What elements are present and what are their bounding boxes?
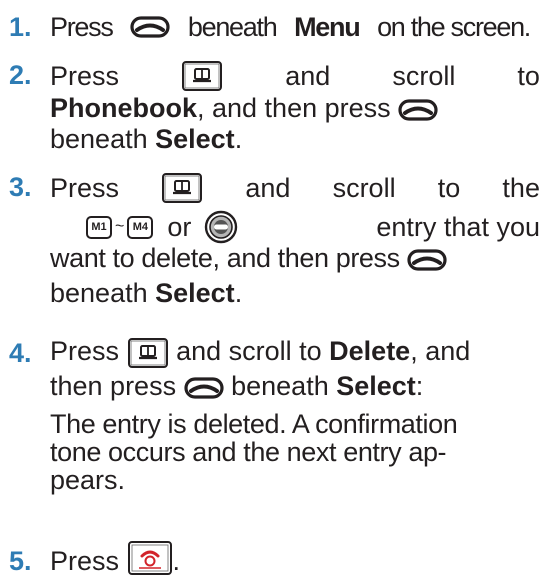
step-text: then press — [50, 371, 177, 401]
step-text: the — [502, 173, 540, 203]
instruction-page: 1. Press beneath Menu on the screen. 2. … — [0, 0, 549, 583]
step-number: 4. — [9, 338, 32, 368]
nav-key-icon — [181, 60, 223, 92]
delete-label: Delete — [329, 336, 411, 366]
step-text: Press — [50, 173, 120, 203]
select-label: Select — [336, 371, 416, 401]
phonebook-label: Phonebook — [50, 93, 197, 123]
step-text: . — [172, 546, 181, 576]
nav-key-icon — [127, 337, 169, 369]
step-text: : — [415, 371, 424, 401]
step-5-line: Press . — [50, 546, 540, 576]
step-text: beneath — [231, 371, 329, 401]
nav-key-icon — [161, 172, 203, 204]
m4-key-icon: M4 — [127, 215, 154, 239]
step-text: , and — [410, 336, 471, 366]
soft-key-icon — [130, 16, 170, 38]
step-4-line-2: then press beneath Select: — [50, 371, 540, 401]
soft-key-icon — [184, 377, 224, 399]
menu-label: Menu — [294, 12, 361, 42]
step-text: Press — [50, 546, 120, 576]
step-text: want to delete, and then press — [50, 243, 400, 273]
step-number: 2. — [9, 60, 32, 90]
step-4-result-line-1: The entry is deleted. A confirmation — [50, 409, 458, 439]
select-label: Select — [155, 278, 235, 308]
step-text: . — [234, 278, 243, 308]
step-text: beneath — [50, 278, 148, 308]
step-text: and — [245, 173, 291, 203]
step-text: or — [167, 212, 192, 242]
step-2-line-2: Phonebook, and then press — [50, 93, 540, 123]
step-2-line-1: Press and scroll to — [50, 60, 540, 92]
step-text: on the screen. — [377, 12, 531, 42]
step-3-line-1: Press and scroll to the — [50, 172, 540, 204]
step-2-line-3: beneath Select. — [50, 124, 540, 154]
step-text: , and then press — [197, 93, 391, 123]
step-text: scroll — [392, 61, 456, 91]
step-number: 1. — [9, 12, 32, 42]
step-text: Press — [50, 12, 114, 42]
step-text: to — [517, 61, 540, 91]
step-text: scroll — [332, 173, 396, 203]
step-text: Press — [50, 61, 120, 91]
end-call-key-icon — [127, 540, 173, 576]
step-text: . — [234, 124, 243, 154]
step-number: 5. — [9, 546, 32, 576]
step-text: Press — [50, 336, 120, 366]
soft-key-icon — [407, 249, 447, 271]
step-4-line-1: Press and scroll to Delete, and — [50, 336, 540, 369]
step-text: beneath — [187, 12, 278, 42]
step-4-result-line-2: tone occurs and the next entry ap- — [50, 437, 447, 467]
select-label: Select — [155, 124, 235, 154]
speaker-key-icon — [203, 209, 239, 245]
step-text: entry that you — [376, 212, 540, 242]
step-4-result-line-3: pears. — [50, 465, 126, 495]
soft-key-icon — [398, 99, 438, 121]
step-text: beneath — [50, 124, 148, 154]
step-3-line-4: beneath Select. — [50, 278, 540, 308]
step-3-line-2: M1 ~ M4 or entry that you — [86, 209, 540, 245]
m1-key-icon: M1 — [86, 215, 112, 239]
step-text: and — [285, 61, 331, 91]
step-text: and scroll to — [176, 336, 322, 366]
range-tilde: ~ — [115, 218, 125, 235]
step-text: to — [437, 173, 461, 203]
step-1-line: Press beneath Menu on the screen. — [50, 12, 531, 42]
step-number: 3. — [9, 172, 32, 202]
step-3-line-3: want to delete, and then press — [50, 243, 540, 273]
